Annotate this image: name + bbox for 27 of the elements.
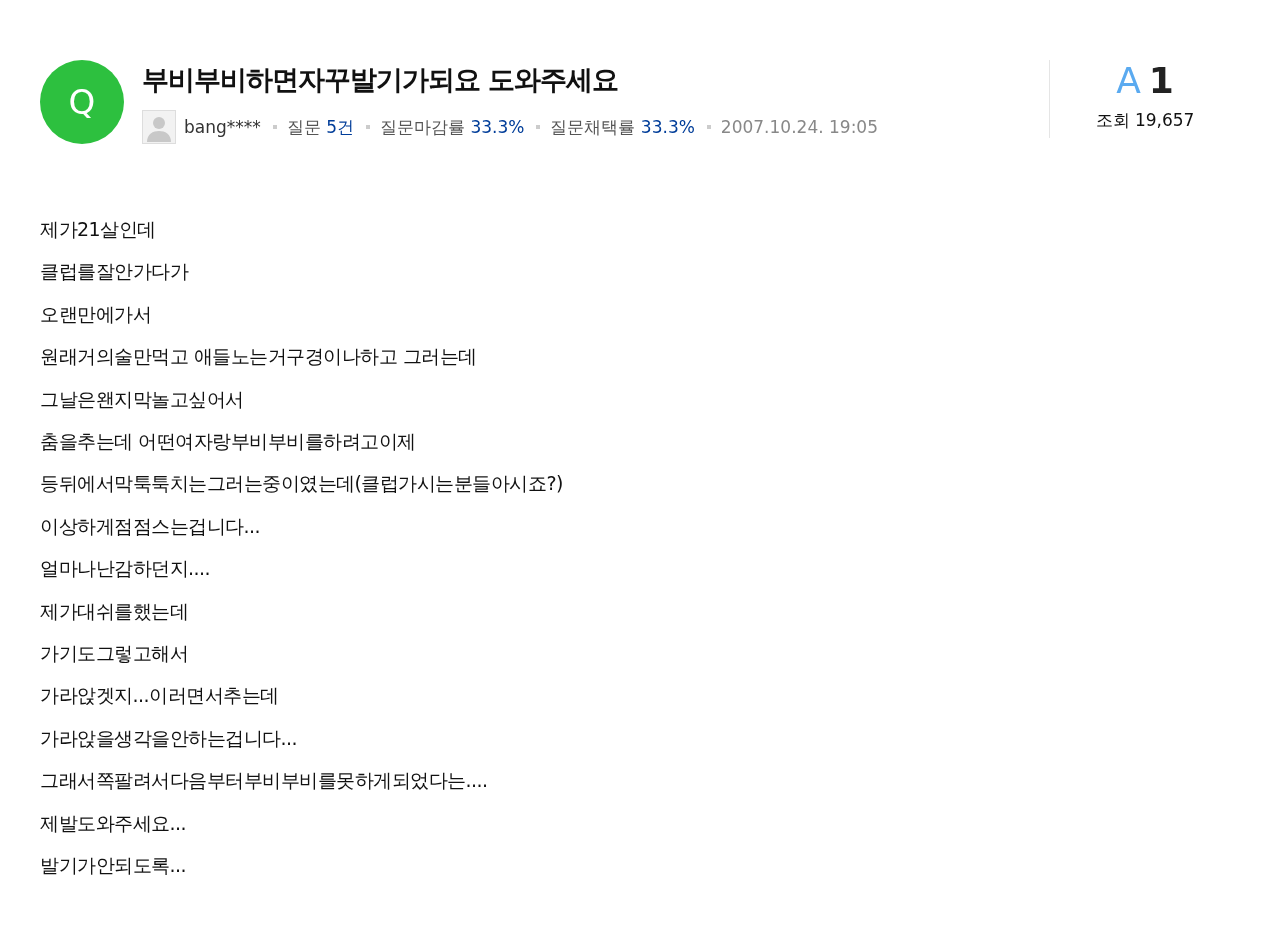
body-text-line: 클럽를잘안가다가: [40, 259, 190, 285]
body-text-line: 제가대쉬를했는데: [40, 598, 189, 624]
body-text-line: 가기도그렇고해서: [40, 641, 189, 667]
view-count: 조회 19,657: [1095, 109, 1195, 132]
answer-letter: A: [1116, 60, 1141, 101]
question-badge: Q: [40, 60, 124, 144]
question-stat: 질문 5건: [286, 115, 354, 139]
body-text-line: 발기가안되도록...: [40, 853, 188, 879]
answer-count: 1: [1148, 60, 1174, 101]
question-stat: 질문채택률 33.3%: [550, 115, 695, 139]
question-title: 부비부비하면자꾸발기가되요 도와주세요: [142, 63, 620, 97]
body-text-line: 춤을추는데 어떤여자랑부비부비를하려고이제: [40, 429, 417, 455]
body-text-line: 이상하게점점스는겁니다...: [40, 513, 262, 539]
avatar-icon: [142, 110, 176, 144]
question-stat: 질문마감률 33.3%: [380, 115, 525, 139]
body-text-line: 그날은왠지막놀고싶어서: [40, 386, 245, 412]
body-text-line: 가라앉겟지...이러면서추는데: [40, 683, 280, 709]
body-text-line: 가라앉을생각을안하는겁니다...: [40, 725, 299, 751]
body-text-line: 등뒤에서막툭툭치는그러는중이였는데(클럽가시는분들아시죠?): [40, 471, 564, 497]
body-text-line: 원래거의술만먹고 애들노는거구경이나하고 그러는데: [40, 344, 478, 370]
body-text-line: 제발도와주세요...: [40, 810, 188, 836]
body-text-line: 얼마나난감하던지....: [40, 556, 212, 582]
question-date: 2007.10.24. 19:05: [720, 117, 878, 137]
body-text-line: 그래서쪽팔려서다음부터부비부비를못하게되었다는....: [40, 768, 489, 794]
body-text-line: 오랜만에가서: [40, 301, 152, 327]
author-name[interactable]: bang****: [184, 117, 261, 137]
body-text-line: 제가21살인데: [40, 217, 157, 242]
